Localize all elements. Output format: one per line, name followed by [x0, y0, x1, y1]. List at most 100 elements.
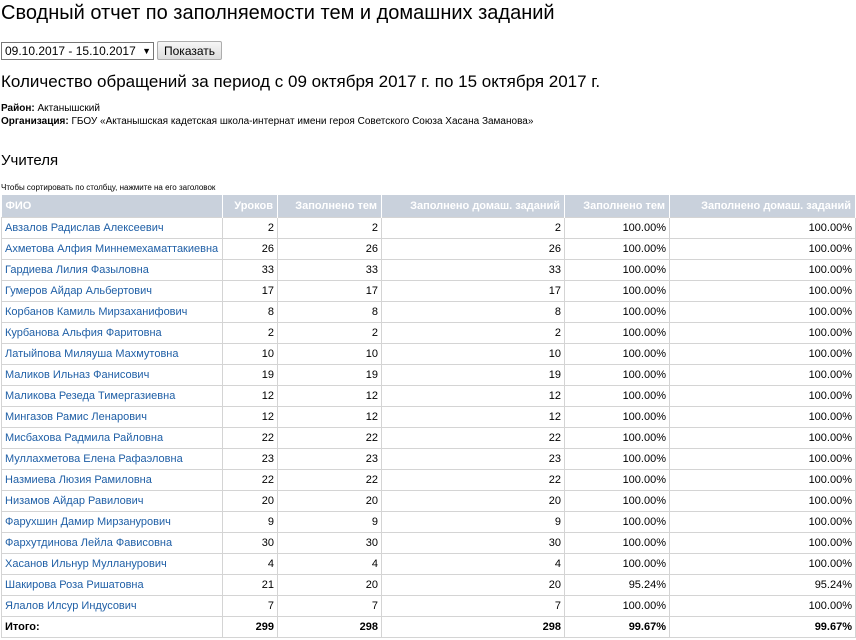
homework-percent-cell: 100.00% [669, 217, 856, 239]
homework-cell: 17 [381, 280, 565, 302]
organization-line: Организация: ГБОУ «Актанышская кадетская… [1, 115, 533, 128]
teacher-name-link[interactable]: Фархутдинова Лейла Фависовна [1, 532, 223, 554]
homework-percent-cell: 100.00% [669, 259, 856, 281]
topics-percent-cell: 100.00% [564, 343, 670, 365]
table-row: Муллахметова Елена Рафаэловна 23 23 23 100.0… [1, 448, 856, 470]
homework-percent-cell: 95.24% [669, 574, 856, 596]
teacher-name-link[interactable]: Маликова Резеда Тимергазиевна [1, 385, 223, 407]
lessons-cell: 7 [222, 595, 278, 617]
table-row: Маликов Ильназ Фанисович 19 19 19 100.00% 100… [1, 364, 856, 386]
lessons-cell: 8 [222, 301, 278, 323]
homework-percent-cell: 100.00% [669, 427, 856, 449]
table-row: Ялалов Илсур Индусович 7 7 7 100.00% 100.00% [1, 595, 856, 617]
teacher-name-link[interactable]: Гардиева Лилия Фазыловна [1, 259, 223, 281]
topics-cell: 12 [277, 385, 382, 407]
homework-cell: 12 [381, 385, 565, 407]
homework-percent-cell: 100.00% [669, 448, 856, 470]
topics-cell: 30 [277, 532, 382, 554]
teacher-name-link[interactable]: Ахметова Алфия Миннемехаматтакиевна [1, 238, 223, 260]
totals-row: Итого: 299 298 298 99.67% 99.67% [1, 616, 856, 638]
homework-cell: 26 [381, 238, 565, 260]
column-header-homework-filled[interactable]: Заполнено домаш. заданий [381, 195, 565, 218]
lessons-cell: 21 [222, 574, 278, 596]
topics-percent-cell: 100.00% [564, 532, 670, 554]
teacher-name-link[interactable]: Мингазов Рамис Ленарович [1, 406, 223, 428]
column-header-lessons[interactable]: Уроков [222, 195, 278, 218]
teacher-name-link[interactable]: Курбанова Альфия Фаритовна [1, 322, 223, 344]
homework-cell: 22 [381, 469, 565, 491]
teacher-name-link[interactable]: Хасанов Ильнур Мулланурович [1, 553, 223, 575]
lessons-cell: 12 [222, 406, 278, 428]
homework-cell: 19 [381, 364, 565, 386]
topics-cell: 26 [277, 238, 382, 260]
table-row: Гардиева Лилия Фазыловна 33 33 33 100.00% 100… [1, 259, 856, 281]
table-row: Курбанова Альфия Фаритовна 2 2 2 100.00% 100.… [1, 322, 856, 344]
district-value: Актанышский [37, 103, 100, 114]
teacher-name-link[interactable]: Гумеров Айдар Альбертович [1, 280, 223, 302]
homework-cell: 20 [381, 574, 565, 596]
teacher-name-link[interactable]: Шакирова Роза Ришатовна [1, 574, 223, 596]
topics-percent-cell: 100.00% [564, 511, 670, 533]
lessons-cell: 33 [222, 259, 278, 281]
column-header-topics-filled[interactable]: Заполнено тем [277, 195, 382, 218]
show-button[interactable]: Показать [157, 41, 223, 60]
district-line: Район: Актанышский [1, 102, 533, 115]
lessons-cell: 17 [222, 280, 278, 302]
teacher-name-link[interactable]: Авзалов Радислав Алексеевич [1, 217, 223, 239]
lessons-cell: 23 [222, 448, 278, 470]
topics-percent-cell: 100.00% [564, 469, 670, 491]
topics-cell: 2 [277, 217, 382, 239]
chevron-down-icon: ▼ [142, 45, 151, 56]
lessons-cell: 10 [222, 343, 278, 365]
homework-cell: 2 [381, 217, 565, 239]
topics-cell: 12 [277, 406, 382, 428]
topics-cell: 23 [277, 448, 382, 470]
topics-cell: 20 [277, 574, 382, 596]
homework-cell: 10 [381, 343, 565, 365]
lessons-cell: 4 [222, 553, 278, 575]
homework-cell: 20 [381, 490, 565, 512]
teacher-name-link[interactable]: Ялалов Илсур Индусович [1, 595, 223, 617]
topics-percent-cell: 100.00% [564, 406, 670, 428]
teacher-name-link[interactable]: Латыйпова Миляуша Махмутовна [1, 343, 223, 365]
totals-homework-percent: 99.67% [669, 616, 856, 638]
teacher-name-link[interactable]: Муллахметова Елена Рафаэловна [1, 448, 223, 470]
period-select[interactable]: 09.10.2017 - 15.10.2017 ▼ [1, 41, 154, 60]
period-controls: 09.10.2017 - 15.10.2017 ▼ Показать [1, 41, 223, 60]
lessons-cell: 2 [222, 322, 278, 344]
homework-cell: 22 [381, 427, 565, 449]
teacher-name-link[interactable]: Маликов Ильназ Фанисович [1, 364, 223, 386]
table-row: Фарухшин Дамир Мирзанурович 9 9 9 100.00% 100… [1, 511, 856, 533]
teacher-name-link[interactable]: Низамов Айдар Равилович [1, 490, 223, 512]
teacher-name-link[interactable]: Назмиева Люзия Рамиловна [1, 469, 223, 491]
topics-percent-cell: 100.00% [564, 301, 670, 323]
topics-percent-cell: 100.00% [564, 259, 670, 281]
homework-percent-cell: 100.00% [669, 469, 856, 491]
column-header-topics-filled-percent[interactable]: Заполнено тем [564, 195, 670, 218]
teacher-name-link[interactable]: Мисбахова Радмила Райловна [1, 427, 223, 449]
teacher-name-link[interactable]: Фарухшин Дамир Мирзанурович [1, 511, 223, 533]
table-row: Шакирова Роза Ришатовна 21 20 20 95.24% 95.24… [1, 574, 856, 596]
topics-cell: 10 [277, 343, 382, 365]
homework-cell: 30 [381, 532, 565, 554]
homework-cell: 33 [381, 259, 565, 281]
table-row: Гумеров Айдар Альбертович 17 17 17 100.00% 10… [1, 280, 856, 302]
topics-percent-cell: 100.00% [564, 427, 670, 449]
table-row: Авзалов Радислав Алексеевич 2 2 2 100.00% 100… [1, 217, 856, 239]
homework-percent-cell: 100.00% [669, 553, 856, 575]
column-header-name[interactable]: ФИО [1, 195, 223, 218]
lessons-cell: 22 [222, 427, 278, 449]
column-header-homework-filled-percent[interactable]: Заполнено домаш. заданий [669, 195, 856, 218]
homework-percent-cell: 100.00% [669, 406, 856, 428]
page-title: Сводный отчет по заполняемости тем и дом… [1, 2, 555, 24]
homework-percent-cell: 100.00% [669, 385, 856, 407]
teacher-name-link[interactable]: Корбанов Камиль Мирзаханифович [1, 301, 223, 323]
topics-percent-cell: 100.00% [564, 364, 670, 386]
table-body: Авзалов Радислав Алексеевич 2 2 2 100.00% 100… [1, 217, 856, 617]
homework-cell: 8 [381, 301, 565, 323]
table-row: Назмиева Люзия Рамиловна 22 22 22 100.00% 100… [1, 469, 856, 491]
homework-cell: 23 [381, 448, 565, 470]
homework-percent-cell: 100.00% [669, 532, 856, 554]
topics-cell: 20 [277, 490, 382, 512]
lessons-cell: 26 [222, 238, 278, 260]
